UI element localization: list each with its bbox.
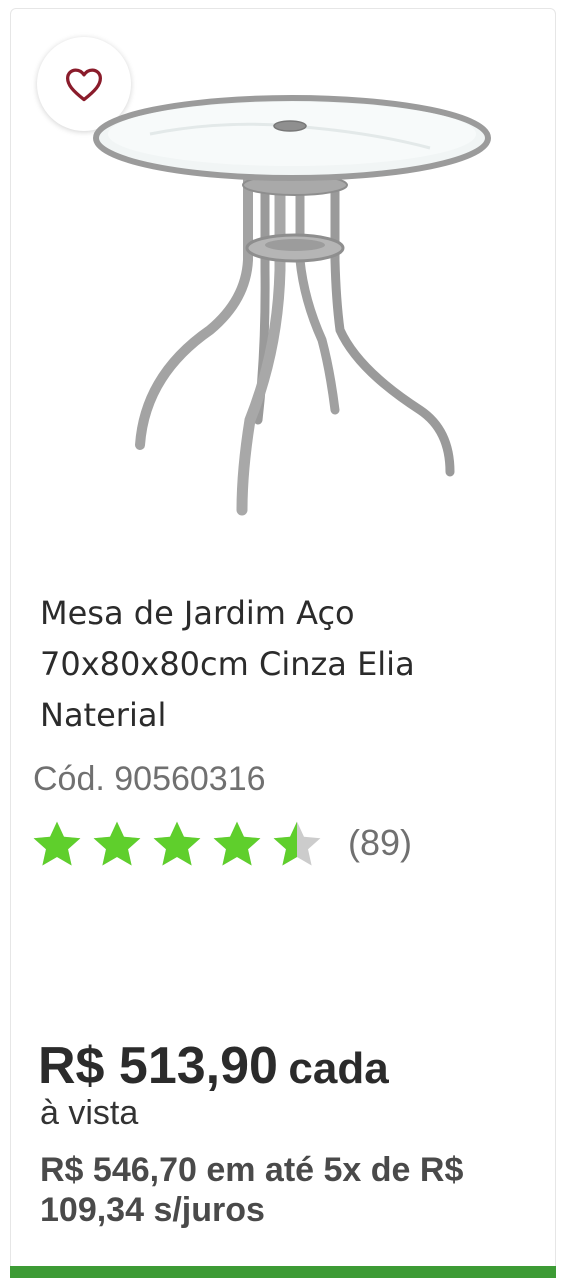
star-rating xyxy=(30,816,330,870)
product-image[interactable] xyxy=(90,90,500,520)
star-icon xyxy=(273,821,321,866)
payment-type: à vista xyxy=(40,1094,139,1132)
product-title-line: Mesa de Jardim Aço xyxy=(40,594,355,632)
star-icon xyxy=(93,821,141,866)
product-title-line: Naterial xyxy=(40,696,167,734)
product-rating[interactable]: (89) xyxy=(30,816,412,870)
review-count[interactable]: (89) xyxy=(348,822,412,864)
price-unit: cada xyxy=(288,1044,389,1093)
star-icon xyxy=(213,821,261,866)
price: R$ 513,90 cada xyxy=(38,1036,389,1096)
product-title-line: 70x80x80cm Cinza Elia xyxy=(40,645,415,683)
installments-info: R$ 546,70 em até 5x de R$ 109,34 s/juros xyxy=(40,1151,464,1229)
product-code: Cód. 90560316 xyxy=(33,760,266,798)
star-icon xyxy=(33,821,81,866)
product-title[interactable]: Mesa de Jardim Aço 70x80x80cm Cinza Elia… xyxy=(40,588,520,741)
accent-bar xyxy=(10,1266,556,1278)
price-value: R$ 513,90 xyxy=(38,1037,278,1095)
star-icon xyxy=(153,821,201,866)
